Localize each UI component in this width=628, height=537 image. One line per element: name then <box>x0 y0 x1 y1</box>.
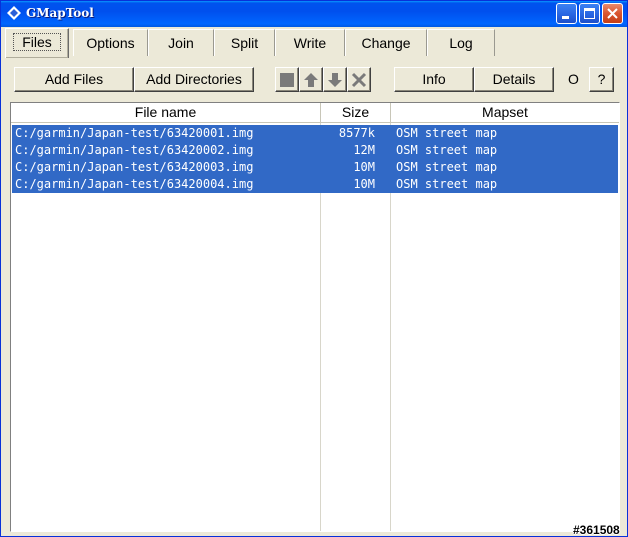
main-window: GMapTool Files Options Join Split Write … <box>0 0 628 537</box>
table-row[interactable]: C:/garmin/Japan-test/63420002.img 12M OS… <box>12 142 618 159</box>
tab-split[interactable]: Split <box>214 29 275 56</box>
maximize-button[interactable] <box>579 3 600 24</box>
title-bar[interactable]: GMapTool <box>1 1 627 27</box>
close-icon <box>607 8 618 19</box>
cell-file-name: C:/garmin/Japan-test/63420003.img <box>15 160 254 174</box>
cell-mapset: OSM street map <box>396 160 498 174</box>
stop-square-icon <box>280 73 294 87</box>
cell-file-name: C:/garmin/Japan-test/63420004.img <box>15 177 254 191</box>
column-header-file-name[interactable]: File name <box>11 103 321 123</box>
window-title: GMapTool <box>26 6 94 20</box>
cell-size: 12M <box>353 143 375 157</box>
table-row[interactable]: C:/garmin/Japan-test/63420001.img 8577k … <box>12 125 618 142</box>
cell-mapset: OSM street map <box>396 143 498 157</box>
cell-file-name: C:/garmin/Japan-test/63420001.img <box>15 126 254 140</box>
app-diamond-icon <box>7 6 21 20</box>
x-remove-icon <box>351 72 367 88</box>
minimize-button[interactable] <box>556 3 577 24</box>
details-button[interactable]: Details <box>474 67 554 92</box>
add-directories-button[interactable]: Add Directories <box>134 67 254 92</box>
move-up-button[interactable] <box>299 67 323 92</box>
table-row[interactable]: C:/garmin/Japan-test/63420004.img 10M OS… <box>12 176 618 193</box>
cell-file-name: C:/garmin/Japan-test/63420002.img <box>15 143 254 157</box>
arrow-down-icon <box>328 73 342 87</box>
close-button[interactable] <box>602 3 623 24</box>
watermark-text: #361508 <box>573 523 620 537</box>
remove-button[interactable] <box>347 67 371 92</box>
tab-files[interactable]: Files <box>5 28 69 58</box>
column-header-mapset[interactable]: Mapset <box>391 103 619 123</box>
minimize-icon <box>562 16 569 19</box>
tab-write[interactable]: Write <box>275 29 345 56</box>
add-files-button[interactable]: Add Files <box>14 67 134 92</box>
cell-size: 8577k <box>338 126 375 140</box>
file-list-table[interactable]: File name Size Mapset C:/garmin/Japan-te… <box>10 102 620 532</box>
cell-mapset: OSM street map <box>396 126 498 140</box>
help-button[interactable]: ? <box>589 67 614 92</box>
move-down-button[interactable] <box>323 67 347 92</box>
info-button[interactable]: Info <box>394 67 474 92</box>
cell-mapset: OSM street map <box>396 177 498 191</box>
tab-join[interactable]: Join <box>148 29 214 56</box>
o-label[interactable]: O <box>568 71 579 87</box>
tab-log[interactable]: Log <box>427 29 495 56</box>
cell-size: 10M <box>353 160 375 174</box>
tab-change[interactable]: Change <box>345 29 427 56</box>
stop-button[interactable] <box>275 67 299 92</box>
tab-bar: Files Options Join Split Write Change Lo… <box>5 28 625 58</box>
tab-options[interactable]: Options <box>73 29 148 56</box>
arrow-up-icon <box>304 73 318 87</box>
maximize-icon <box>584 8 595 19</box>
cell-size: 10M <box>353 177 375 191</box>
column-header-size[interactable]: Size <box>321 103 391 123</box>
table-row[interactable]: C:/garmin/Japan-test/63420003.img 10M OS… <box>12 159 618 176</box>
